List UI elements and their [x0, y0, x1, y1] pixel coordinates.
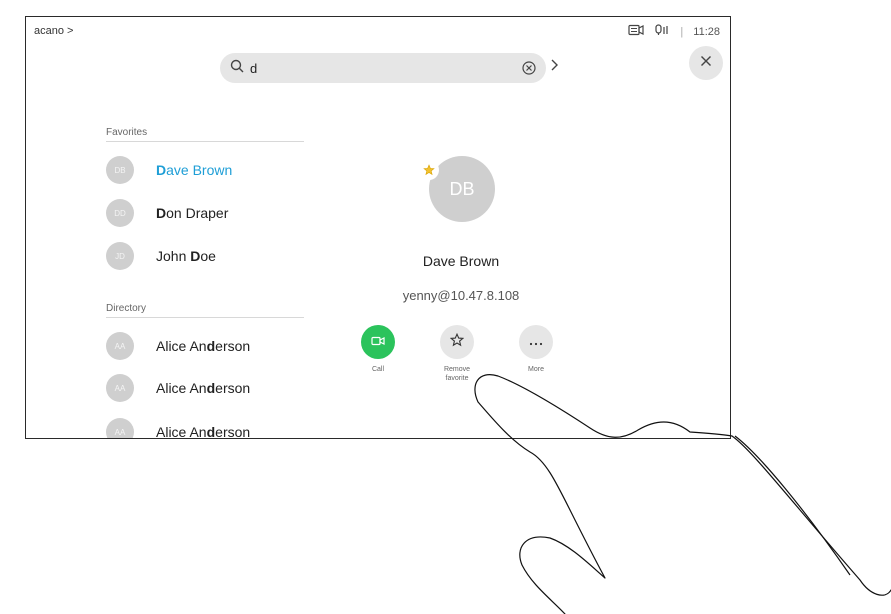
pointing-hand-illustration — [474, 374, 891, 614]
